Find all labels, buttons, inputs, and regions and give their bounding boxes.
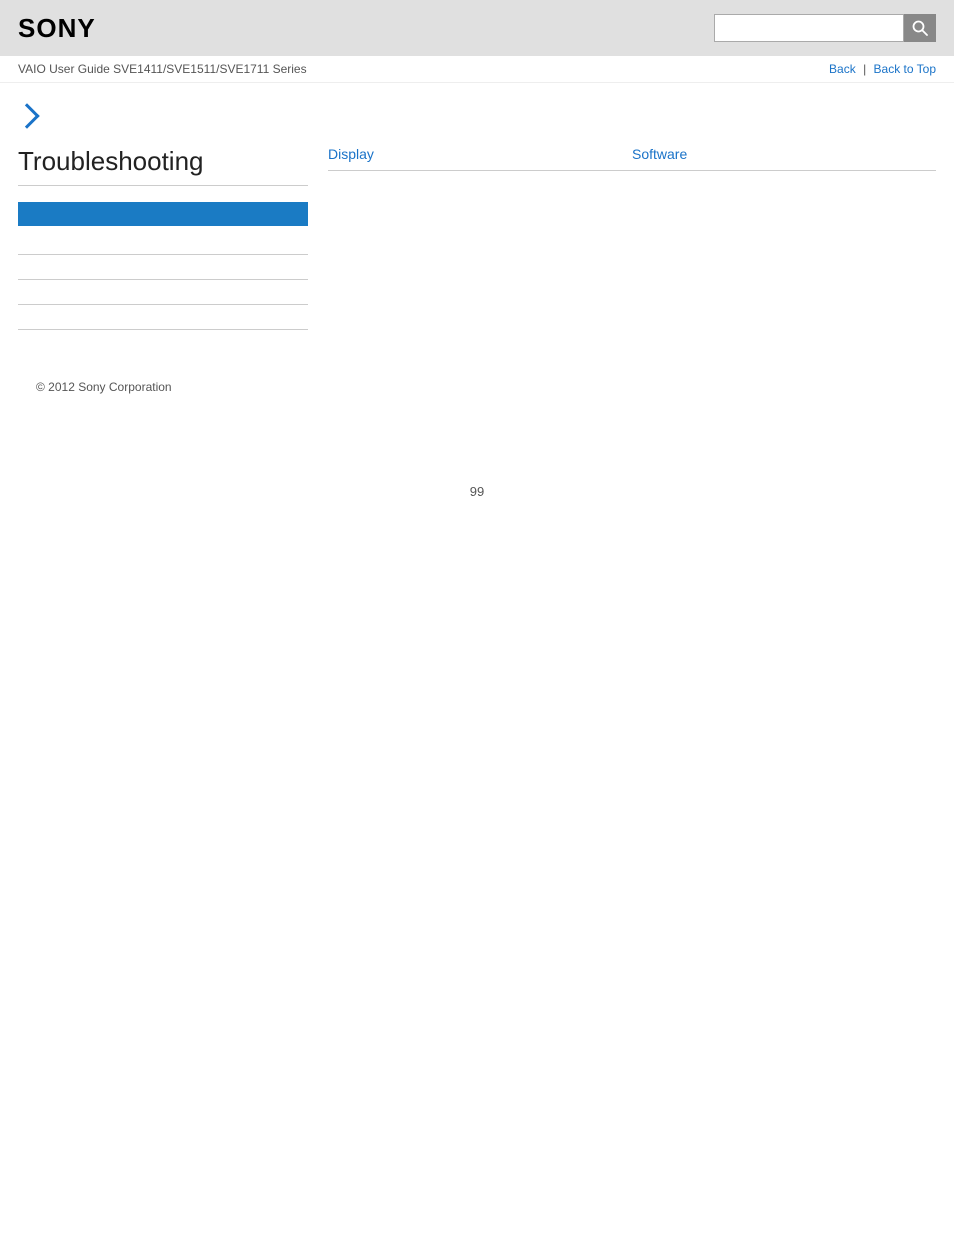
right-area: Display Software (328, 146, 936, 330)
column-display: Display (328, 146, 632, 181)
columns-layout: Display Software (328, 146, 936, 181)
sidebar: Troubleshooting (18, 146, 328, 330)
section-title: Troubleshooting (18, 146, 308, 186)
back-link[interactable]: Back (829, 62, 856, 76)
list-item[interactable] (18, 230, 308, 255)
chevron-icon (14, 103, 39, 128)
content-layout: Troubleshooting Display (18, 146, 936, 330)
separator: | (863, 62, 869, 76)
list-item[interactable] (18, 305, 308, 330)
header: SONY (0, 0, 954, 56)
breadcrumb-text: VAIO User Guide SVE1411/SVE1511/SVE1711 … (18, 62, 307, 76)
column-software: Software (632, 146, 936, 181)
column-software-title[interactable]: Software (632, 146, 936, 171)
search-icon (912, 20, 928, 36)
nav-links: Back | Back to Top (829, 62, 936, 76)
active-menu-item[interactable] (18, 202, 308, 226)
back-to-top-link[interactable]: Back to Top (874, 62, 936, 76)
page-number: 99 (0, 484, 954, 499)
column-display-title[interactable]: Display (328, 146, 632, 171)
list-item[interactable] (18, 280, 308, 305)
breadcrumb-bar: VAIO User Guide SVE1411/SVE1511/SVE1711 … (0, 56, 954, 83)
search-area (714, 14, 936, 42)
footer: © 2012 Sony Corporation (18, 370, 936, 404)
list-item[interactable] (18, 255, 308, 280)
search-input[interactable] (714, 14, 904, 42)
main-content: Troubleshooting Display (0, 83, 954, 424)
search-button[interactable] (904, 14, 936, 42)
copyright-text: © 2012 Sony Corporation (36, 380, 172, 394)
sony-logo: SONY (18, 13, 96, 44)
